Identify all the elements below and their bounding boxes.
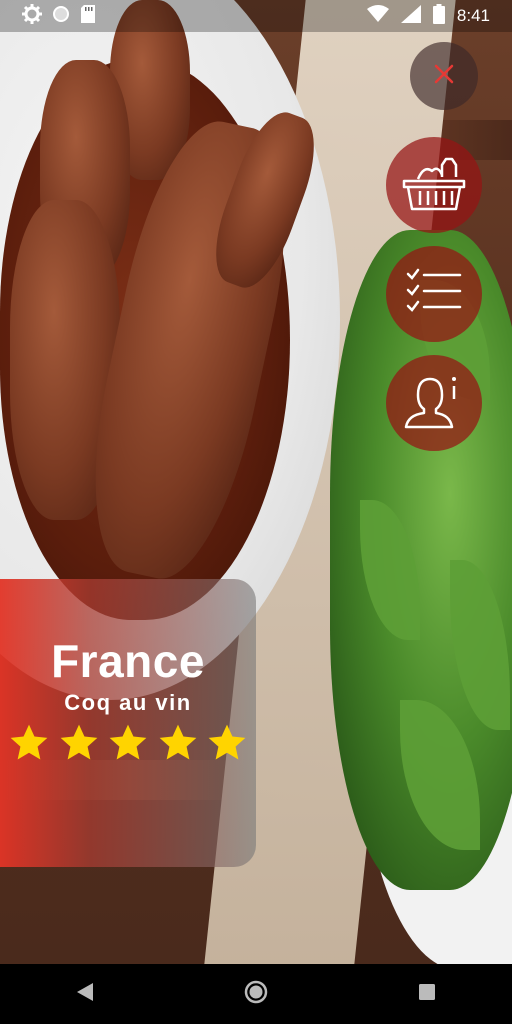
close-button[interactable] xyxy=(410,42,478,110)
chef-info-icon xyxy=(404,373,464,434)
home-icon xyxy=(244,980,268,1009)
checklist-icon xyxy=(406,268,462,321)
star-icon xyxy=(60,724,97,760)
shopping-list-button[interactable] xyxy=(386,137,482,233)
star-icon xyxy=(10,724,48,760)
navigation-bar xyxy=(0,964,512,1024)
gear-icon xyxy=(22,3,42,29)
recents-icon xyxy=(418,983,435,1005)
instructions-button[interactable] xyxy=(386,246,482,342)
status-bar: 8:41 xyxy=(0,0,512,32)
star-icon xyxy=(208,724,246,760)
battery-icon xyxy=(432,3,445,29)
clock: 8:41 xyxy=(456,6,490,25)
wifi-icon xyxy=(366,4,389,28)
country-title: France xyxy=(51,635,205,687)
dish-name: Coq au vin xyxy=(64,690,192,715)
star-icon xyxy=(109,724,147,760)
close-icon xyxy=(433,63,455,90)
back-icon xyxy=(77,982,94,1006)
rating-stars xyxy=(8,722,248,764)
star-icon xyxy=(159,724,196,760)
sd-card-icon xyxy=(80,4,96,29)
recents-button[interactable] xyxy=(397,964,457,1024)
back-button[interactable] xyxy=(55,964,115,1024)
signal-icon xyxy=(400,4,421,28)
shopping-basket-icon xyxy=(402,153,466,218)
home-button[interactable] xyxy=(226,964,286,1024)
circle-icon xyxy=(52,5,70,28)
chef-info-button[interactable] xyxy=(386,355,482,451)
